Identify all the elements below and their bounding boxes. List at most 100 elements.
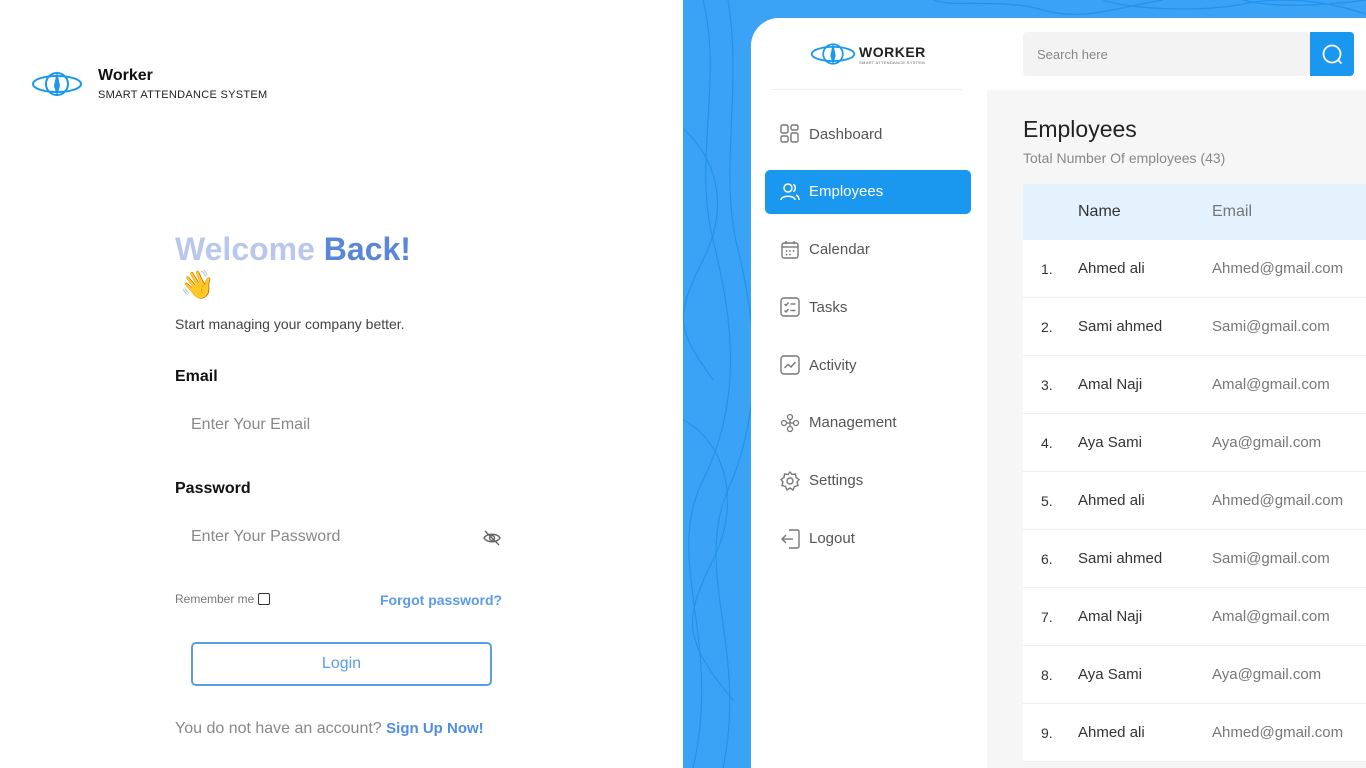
sidebar-item-employees[interactable]: Employees	[765, 169, 971, 214]
row-index: 1.	[1041, 260, 1053, 277]
email-field[interactable]	[175, 403, 510, 447]
table-row[interactable]: 8. Aya Sami Aya@gmail.com	[1023, 646, 1366, 704]
preview-logo-name: WORKER	[859, 43, 926, 60]
email-column-header: Email	[1212, 203, 1253, 220]
sidebar-item-label: Management	[809, 414, 897, 432]
sidebar-item-logout[interactable]: Logout	[765, 517, 971, 561]
signup-link[interactable]: Sign Up Now!	[386, 720, 484, 737]
sidebar-item-management[interactable]: Management	[765, 401, 971, 445]
search-icon	[1322, 44, 1343, 65]
preview-topbar	[987, 18, 1366, 90]
row-index: 9.	[1041, 724, 1053, 741]
calendar-icon	[779, 239, 801, 261]
preview-content: Employees Total Number Of employees (43)…	[987, 18, 1366, 768]
sidebar-item-tasks[interactable]: Tasks	[765, 285, 971, 329]
password-label: Password	[175, 480, 251, 497]
logout-icon	[779, 528, 801, 550]
row-name: Sami ahmed	[1078, 550, 1163, 567]
preview-logo: WORKER SMART ATTENDANCE SYSTEM	[807, 38, 926, 70]
sidebar-item-label: Settings	[809, 472, 864, 490]
sidebar-item-dashboard[interactable]: Dashboard	[765, 112, 971, 156]
login-panel: Worker SMART ATTENDANCE SYSTEM Welcome B…	[0, 0, 683, 768]
worker-logo-icon	[32, 71, 82, 96]
preview-sidebar: WORKER SMART ATTENDANCE SYSTEM Dashboard…	[751, 18, 987, 768]
grid-icon	[779, 123, 801, 145]
row-name: Amal Naji	[1078, 608, 1143, 625]
brand-name: Worker	[98, 67, 153, 84]
row-email: Sami@gmail.com	[1212, 318, 1330, 335]
remember-me-checkbox[interactable]	[258, 593, 271, 605]
row-index: 8.	[1041, 666, 1053, 683]
sidebar-item-label: Dashboard	[809, 125, 883, 143]
table-row[interactable]: 6. Sami ahmed Sami@gmail.com	[1023, 530, 1366, 588]
row-email: Amal@gmail.com	[1212, 608, 1330, 625]
row-name: Ahmed ali	[1078, 260, 1145, 277]
sidebar-item-label: Employees	[809, 183, 884, 201]
signup-row: You do not have an account? Sign Up Now!	[175, 720, 484, 738]
row-email: Aya@gmail.com	[1212, 434, 1322, 451]
sidebar-item-settings[interactable]: Settings	[765, 459, 971, 503]
row-email: Amal@gmail.com	[1212, 376, 1330, 393]
app-preview-window: WORKER SMART ATTENDANCE SYSTEM Dashboard…	[751, 18, 1366, 768]
welcome-word: Welcome	[175, 231, 315, 267]
email-label: Email	[175, 368, 218, 385]
row-index: 5.	[1041, 492, 1053, 509]
table-row[interactable]: 9. Ahmed ali Ahmed@gmail.com	[1023, 704, 1366, 762]
row-email: Ahmed@gmail.com	[1212, 724, 1344, 741]
sidebar-item-label: Activity	[809, 356, 857, 374]
row-name: Ahmed ali	[1078, 492, 1145, 509]
sidebar-nav: Dashboard Employees Calendar Tasks Activ…	[765, 112, 971, 574]
row-email: Ahmed@gmail.com	[1212, 260, 1344, 277]
row-name: Amal Naji	[1078, 376, 1143, 393]
users-icon	[779, 181, 801, 203]
page-title: Employees	[1023, 116, 1137, 142]
sidebar-divider	[771, 89, 963, 90]
table-row[interactable]: 7. Amal Naji Amal@gmail.com	[1023, 588, 1366, 646]
row-email: Ahmed@gmail.com	[1212, 492, 1344, 509]
preview-panel: WORKER SMART ATTENDANCE SYSTEM Dashboard…	[683, 0, 1366, 768]
table-row[interactable]: 1. Ahmed ali Ahmed@gmail.com	[1023, 240, 1366, 298]
gear-icon	[779, 470, 801, 492]
wave-emoji-icon: 👋	[180, 269, 215, 300]
row-email: Aya@gmail.com	[1212, 666, 1322, 683]
preview-logo-sub: SMART ATTENDANCE SYSTEM	[859, 59, 926, 65]
forgot-password-link[interactable]: Forgot password?	[380, 592, 502, 608]
table-row[interactable]: 2. Sami ahmed Sami@gmail.com	[1023, 298, 1366, 356]
row-name: Ahmed ali	[1078, 724, 1145, 741]
sidebar-item-label: Tasks	[809, 298, 848, 316]
brand: Worker SMART ATTENDANCE SYSTEM	[30, 66, 267, 102]
remember-me: Remember me	[175, 592, 271, 606]
no-account-text: You do not have an account?	[175, 720, 382, 737]
back-word: Back!	[323, 231, 411, 267]
tasks-icon	[779, 296, 801, 318]
login-button[interactable]: Login	[191, 642, 492, 686]
sidebar-item-label: Calendar	[809, 241, 870, 259]
row-index: 3.	[1041, 376, 1053, 393]
table-row[interactable]: 4. Aya Sami Aya@gmail.com	[1023, 414, 1366, 472]
sidebar-item-activity[interactable]: Activity	[765, 343, 971, 387]
sidebar-item-calendar[interactable]: Calendar	[765, 228, 971, 272]
table-row[interactable]: 5. Ahmed ali Ahmed@gmail.com	[1023, 472, 1366, 530]
welcome-heading: Welcome Back!	[175, 230, 411, 268]
management-icon	[779, 412, 801, 434]
sidebar-item-label: Logout	[809, 530, 855, 548]
row-name: Aya Sami	[1078, 434, 1142, 451]
table-header: Name Email	[1023, 184, 1366, 240]
employees-table: Name Email 1. Ahmed ali Ahmed@gmail.com …	[1023, 184, 1366, 762]
row-index: 4.	[1041, 434, 1053, 451]
worker-logo-icon	[810, 42, 856, 65]
remember-me-label: Remember me	[175, 592, 255, 606]
password-field[interactable]	[175, 515, 510, 559]
row-index: 2.	[1041, 318, 1053, 335]
brand-tagline: SMART ATTENDANCE SYSTEM	[98, 89, 268, 101]
table-row[interactable]: 3. Amal Naji Amal@gmail.com	[1023, 356, 1366, 414]
hide-password-icon[interactable]	[483, 530, 501, 546]
search-input[interactable]	[1023, 32, 1310, 76]
row-name: Aya Sami	[1078, 666, 1142, 683]
row-index: 6.	[1041, 550, 1053, 567]
name-column-header: Name	[1078, 203, 1121, 220]
row-index: 7.	[1041, 608, 1053, 625]
search-button[interactable]	[1310, 32, 1354, 76]
row-email: Sami@gmail.com	[1212, 550, 1330, 567]
employees-count: Total Number Of employees (43)	[1023, 150, 1226, 166]
